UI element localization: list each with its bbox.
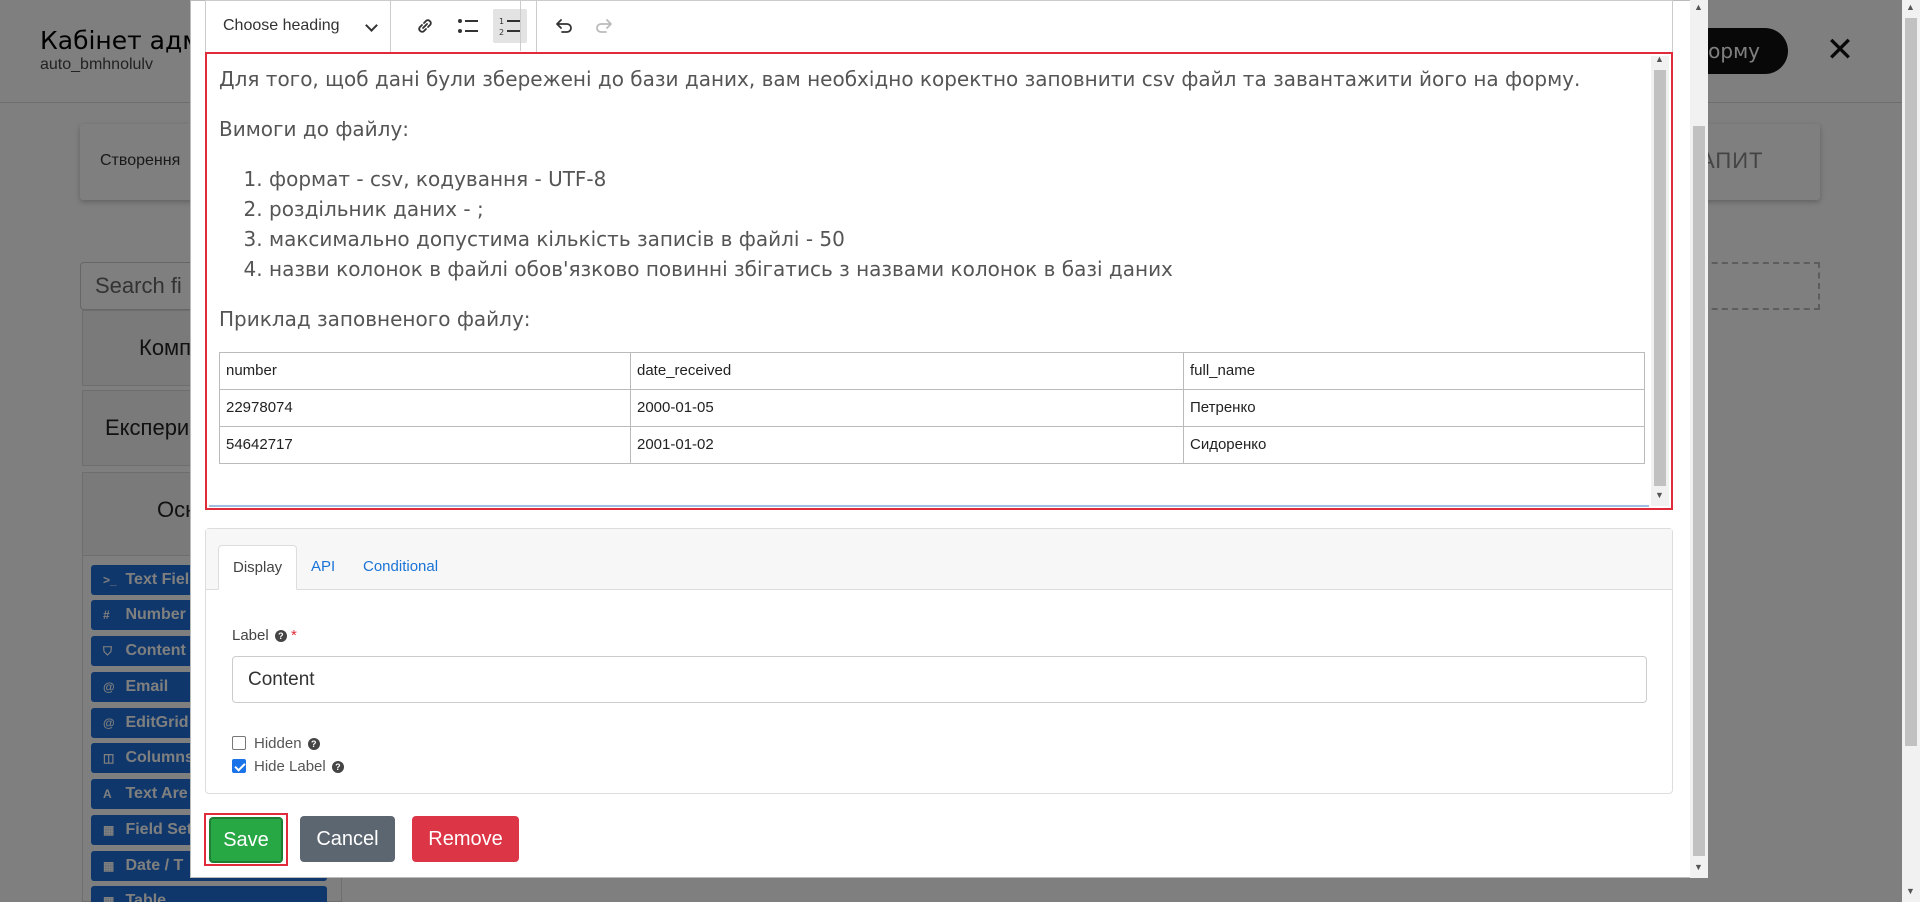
settings-panel: Display API Conditional Label ? * Conten… [205, 528, 1673, 794]
table-header-cell: number [219, 352, 631, 390]
table-header-cell: date_received [630, 352, 1184, 390]
tab-display[interactable]: Display [218, 545, 298, 590]
question-circle-icon[interactable]: ? [331, 761, 344, 773]
editor-scrollbar-thumb[interactable] [1654, 70, 1666, 486]
required-asterisk: * [291, 627, 297, 644]
hidden-checkbox-row[interactable]: Hidden ? [232, 735, 320, 752]
question-circle-icon[interactable]: ? [307, 738, 320, 750]
table-cell: Сидоренко [1183, 426, 1645, 464]
numbered-list-button[interactable]: 12 [493, 9, 527, 43]
scroll-down-icon[interactable]: ▼ [1694, 862, 1703, 872]
table-row: number date_received full_name [219, 352, 1645, 390]
remove-button[interactable]: Remove [412, 816, 519, 862]
undo-button[interactable] [547, 9, 581, 43]
hidden-checkbox[interactable] [232, 736, 246, 750]
table-row: 22978074 2000-01-05 Петренко [219, 389, 1645, 427]
heading-dropdown[interactable]: Choose heading [206, 1, 391, 52]
bulleted-list-button[interactable] [451, 9, 485, 43]
heading-dropdown-label: Choose heading [223, 17, 340, 34]
editor-requirements-title: Вимоги до файлу: [219, 117, 410, 141]
link-icon [418, 19, 432, 33]
question-circle-icon[interactable]: ? [274, 630, 287, 642]
table-row: 54642717 2001-01-02 Сидоренко [219, 426, 1645, 464]
chevron-down-icon [365, 19, 378, 32]
scroll-down-icon[interactable]: ▼ [1906, 886, 1915, 896]
editor-scrollbar[interactable]: ▲ ▼ [1651, 54, 1669, 506]
hide-label-checkbox-row[interactable]: Hide Label ? [232, 758, 344, 775]
list-item: назви колонок в файлі обов'язково повинн… [269, 254, 1639, 284]
settings-tabs: Display API Conditional [206, 529, 1672, 590]
table-cell: 2001-01-02 [630, 426, 1184, 464]
link-button[interactable] [408, 9, 442, 43]
toolbar-separator [536, 1, 537, 52]
table-cell: Петренко [1183, 389, 1645, 427]
modal-scrollbar[interactable]: ▲ ▼ [1690, 0, 1708, 878]
table-cell: 22978074 [219, 389, 631, 427]
editor-toolbar: Choose heading 12 [205, 0, 1673, 52]
tab-api[interactable]: API [297, 545, 349, 590]
list-item: формат - csv, кодування - UTF-8 [269, 164, 1639, 194]
rich-text-editor[interactable]: Для того, щоб дані були збережені до баз… [209, 56, 1649, 506]
editor-intro-paragraph: Для того, щоб дані були збережені до баз… [219, 67, 1581, 91]
hidden-checkbox-label: Hidden [254, 735, 302, 752]
svg-text:2: 2 [499, 28, 504, 37]
table-cell: 54642717 [219, 426, 631, 464]
save-button[interactable]: Save [209, 817, 283, 863]
label-field-label: Label ? * [232, 627, 297, 644]
list-item: максимально допустима кількість записів … [269, 224, 1639, 254]
redo-icon [596, 19, 612, 33]
hide-label-checkbox[interactable] [232, 759, 246, 773]
scroll-up-icon[interactable]: ▲ [1655, 54, 1664, 64]
save-button-highlight: Save [204, 813, 288, 866]
cancel-button[interactable]: Cancel [300, 816, 395, 862]
numbered-list-icon: 12 [499, 17, 520, 37]
scroll-up-icon[interactable]: ▲ [1694, 2, 1703, 12]
rich-text-editor-highlight: Для того, щоб дані були збережені до баз… [205, 52, 1673, 510]
undo-icon [556, 19, 572, 33]
redo-button[interactable] [587, 9, 621, 43]
scroll-down-icon[interactable]: ▼ [1655, 490, 1664, 500]
table-cell: 2000-01-05 [630, 389, 1184, 427]
example-table: number date_received full_name 22978074 … [219, 352, 1645, 464]
label-input[interactable]: Content [232, 656, 1647, 703]
list-item: роздільник даних - ; [269, 194, 1639, 224]
editor-example-title: Приклад заповненого файлу: [219, 307, 531, 331]
editor-focus-line [209, 505, 1649, 507]
requirements-list: формат - csv, кодування - UTF-8 роздільн… [219, 164, 1639, 284]
scroll-up-icon[interactable]: ▲ [1906, 2, 1915, 12]
hide-label-checkbox-label: Hide Label [254, 758, 326, 775]
bulleted-list-icon [458, 19, 478, 33]
page-scrollbar-thumb[interactable] [1905, 18, 1917, 746]
table-header-cell: full_name [1183, 352, 1645, 390]
page-scrollbar[interactable]: ▲ ▼ [1902, 0, 1920, 902]
tab-conditional[interactable]: Conditional [349, 545, 452, 590]
modal-scrollbar-thumb[interactable] [1693, 126, 1705, 856]
label-field-title: Label [232, 627, 269, 644]
toolbar-separator [520, 0, 521, 51]
svg-text:1: 1 [499, 17, 504, 26]
